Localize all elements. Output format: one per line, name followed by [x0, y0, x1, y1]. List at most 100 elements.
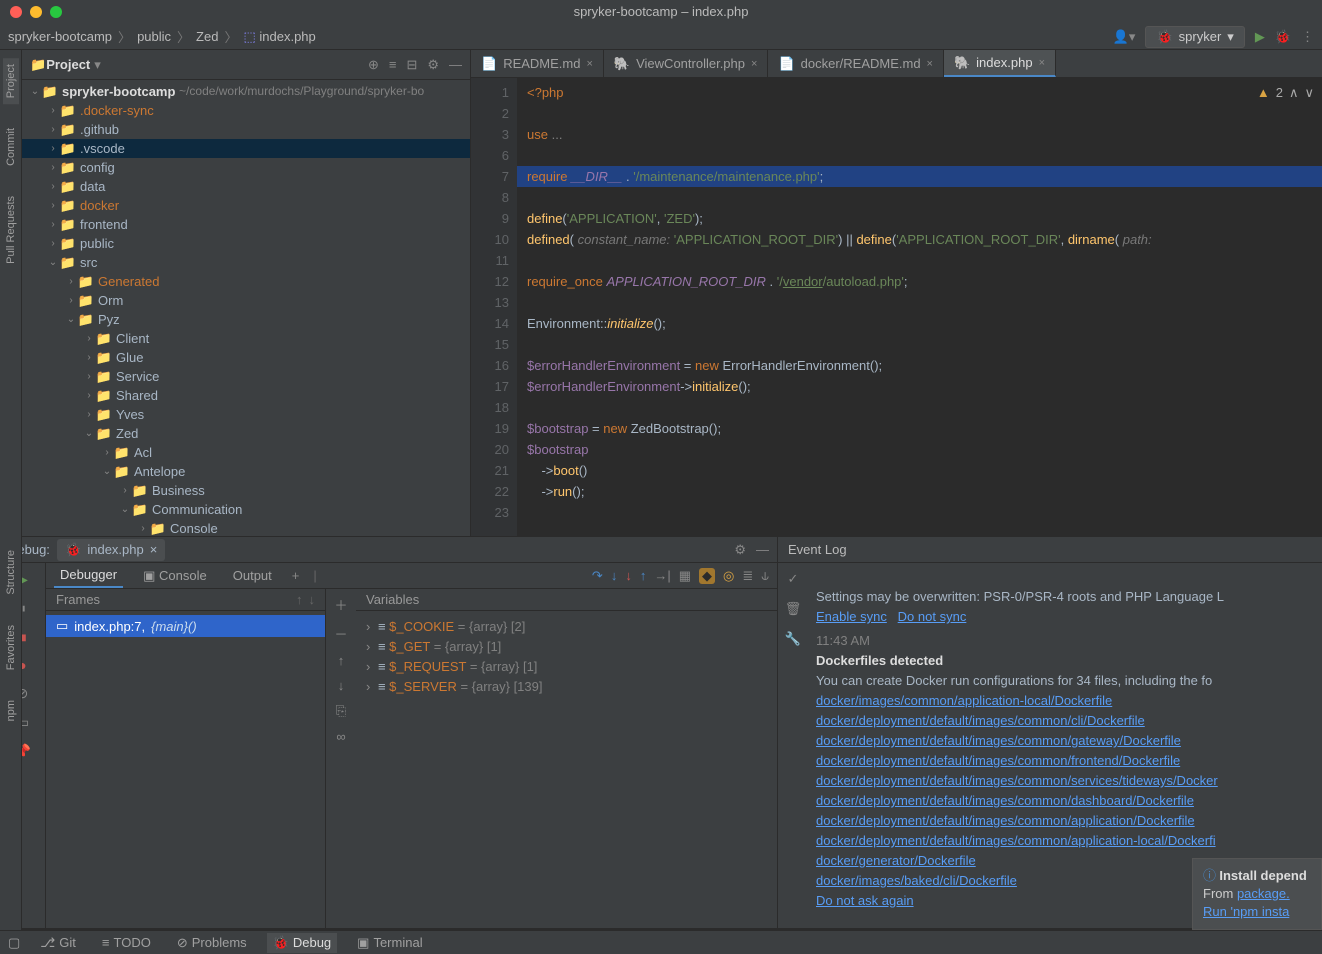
editor-tab[interactable]: 📄README.md×: [471, 50, 604, 77]
output-subtab[interactable]: Output: [227, 564, 278, 587]
tree-item[interactable]: ›📁.github: [22, 120, 470, 139]
console-subtab[interactable]: ▣ Console: [137, 564, 213, 588]
enable-sync-link[interactable]: Enable sync: [816, 609, 887, 624]
tree-item[interactable]: ⌄📁src: [22, 253, 470, 272]
breadcrumb-item[interactable]: public: [137, 29, 171, 44]
link-icon[interactable]: ∞: [336, 729, 345, 744]
hide-icon[interactable]: —: [756, 542, 769, 558]
user-icon[interactable]: 👤▾: [1113, 29, 1136, 45]
tree-item[interactable]: ›📁Shared: [22, 386, 470, 405]
editor-tab[interactable]: 🐘ViewController.php×: [604, 50, 769, 77]
up-icon[interactable]: ↑: [296, 589, 303, 611]
variable-row[interactable]: › ≡ $_REQUEST = {array} [1]: [366, 657, 767, 677]
chevron-down-icon[interactable]: ▾: [94, 57, 101, 73]
variable-row[interactable]: › ≡ $_SERVER = {array} [139]: [366, 677, 767, 697]
dockerfile-link[interactable]: docker/images/baked/cli/Dockerfile: [816, 873, 1017, 888]
stack-frame[interactable]: ▭ index.php:7, {main}(): [46, 615, 325, 637]
maximize-window[interactable]: [50, 6, 62, 18]
debug-session-tab[interactable]: 🐞 index.php ×: [57, 539, 165, 561]
breadcrumb-item[interactable]: Zed: [196, 29, 218, 44]
remove-watch-icon[interactable]: －: [334, 624, 347, 643]
do-not-ask-link[interactable]: Do not ask again: [816, 893, 914, 908]
hide-icon[interactable]: —: [449, 57, 462, 73]
panel-title[interactable]: Project: [46, 57, 90, 72]
tree-item[interactable]: ⌄📁Communication: [22, 500, 470, 519]
check-icon[interactable]: ✓: [788, 571, 799, 587]
dockerfile-link[interactable]: docker/images/common/application-local/D…: [816, 693, 1112, 708]
down-icon[interactable]: ↓: [338, 678, 345, 693]
run-to-cursor-icon[interactable]: →|: [654, 568, 670, 584]
editor-tab[interactable]: 🐘index.php×: [944, 50, 1056, 77]
minimize-window[interactable]: [30, 6, 42, 18]
dockerfile-link[interactable]: docker/deployment/default/images/common/…: [816, 713, 1145, 728]
debug-status-item[interactable]: 🐞 Debug: [267, 933, 338, 953]
trash-icon[interactable]: 🗑: [785, 601, 802, 617]
watch-icon[interactable]: ◎: [723, 568, 734, 584]
tree-item[interactable]: ›📁Glue: [22, 348, 470, 367]
copy-icon[interactable]: ⎘: [336, 703, 346, 719]
tree-item[interactable]: ›📁public: [22, 234, 470, 253]
tree-item[interactable]: ›📁docker: [22, 196, 470, 215]
variables-tree[interactable]: › ≡ $_COOKIE = {array} [2]› ≡ $_GET = {a…: [356, 611, 777, 928]
npm-tool-tab[interactable]: npm: [3, 694, 19, 727]
tool-windows-icon[interactable]: ▢: [8, 935, 20, 951]
debug-button[interactable]: 🐞: [1275, 29, 1291, 45]
todo-status-item[interactable]: ≡ TODO: [96, 933, 157, 952]
step-out-icon[interactable]: ↑: [640, 568, 647, 584]
tree-item[interactable]: ›📁Yves: [22, 405, 470, 424]
variable-row[interactable]: › ≡ $_COOKIE = {array} [2]: [366, 617, 767, 637]
variable-row[interactable]: › ≡ $_GET = {array} [1]: [366, 637, 767, 657]
tree-item[interactable]: ›📁Console: [22, 519, 470, 536]
run-config-selector[interactable]: 🐞 spryker ▾: [1145, 26, 1244, 48]
structure-tool-tab[interactable]: Structure: [3, 544, 19, 601]
inspection-widget[interactable]: ▲2 ∧∨: [1257, 82, 1314, 103]
close-icon[interactable]: ×: [751, 58, 757, 70]
close-icon[interactable]: ×: [1039, 57, 1045, 69]
trace-icon[interactable]: ◆: [699, 568, 715, 584]
list-icon[interactable]: ≣: [742, 568, 753, 584]
eval-icon[interactable]: ▦: [679, 568, 691, 584]
code-editor[interactable]: ▲2 ∧∨ <?php use ... require __DIR__ . '/…: [517, 78, 1322, 536]
notification-balloon[interactable]: ⓘ Install depend From package. Run 'npm …: [1192, 858, 1322, 930]
run-npm-install-link[interactable]: Run 'npm insta: [1203, 904, 1289, 919]
tree-item[interactable]: ⌄📁Zed: [22, 424, 470, 443]
up-icon[interactable]: ↑: [338, 653, 345, 668]
editor-tab[interactable]: 📄docker/README.md×: [768, 50, 944, 77]
dockerfile-link[interactable]: docker/deployment/default/images/common/…: [816, 833, 1216, 848]
tree-item[interactable]: ›📁Business: [22, 481, 470, 500]
tree-item[interactable]: ›📁config: [22, 158, 470, 177]
select-opened-icon[interactable]: ⊕: [368, 57, 379, 73]
tree-item[interactable]: ›📁data: [22, 177, 470, 196]
do-not-sync-link[interactable]: Do not sync: [898, 609, 967, 624]
dockerfile-link[interactable]: docker/deployment/default/images/common/…: [816, 813, 1195, 828]
dockerfile-link[interactable]: docker/generator/Dockerfile: [816, 853, 976, 868]
tree-item[interactable]: ›📁Generated: [22, 272, 470, 291]
commit-tool-tab[interactable]: Commit: [3, 122, 19, 172]
close-icon[interactable]: ×: [927, 58, 933, 70]
problems-status-item[interactable]: ⊘ Problems: [171, 933, 253, 953]
favorites-tool-tab[interactable]: Favorites: [3, 619, 19, 676]
dockerfile-link[interactable]: docker/deployment/default/images/common/…: [816, 753, 1180, 768]
tree-item[interactable]: ›📁Orm: [22, 291, 470, 310]
wrench-icon[interactable]: 🔧: [785, 631, 801, 647]
breadcrumb-item[interactable]: spryker-bootcamp: [8, 29, 112, 44]
tree-item[interactable]: ⌄📁Antelope: [22, 462, 470, 481]
add-tab-icon[interactable]: +: [292, 568, 300, 583]
project-tree[interactable]: ⌄📁 spryker-bootcamp ~/code/work/murdochs…: [22, 80, 470, 536]
step-into-icon[interactable]: ↓: [611, 568, 618, 584]
tree-item[interactable]: ›📁Client: [22, 329, 470, 348]
settings-icon[interactable]: ⚙: [427, 57, 439, 73]
tree-item[interactable]: ›📁Acl: [22, 443, 470, 462]
force-step-into-icon[interactable]: ↓: [625, 568, 632, 584]
tree-item[interactable]: ›📁.vscode: [22, 139, 470, 158]
step-over-icon[interactable]: ↷: [592, 568, 603, 584]
breadcrumb-file[interactable]: ⬚ index.php: [243, 29, 315, 45]
down-icon[interactable]: ↓: [309, 589, 316, 611]
close-window[interactable]: [10, 6, 22, 18]
git-status-item[interactable]: ⎇ Git: [34, 933, 82, 953]
pull-requests-tool-tab[interactable]: Pull Requests: [3, 190, 19, 270]
add-watch-icon[interactable]: ＋: [334, 595, 347, 614]
tree-item[interactable]: ›📁.docker-sync: [22, 101, 470, 120]
run-button[interactable]: ▶: [1255, 29, 1265, 45]
tree-root[interactable]: ⌄📁 spryker-bootcamp ~/code/work/murdochs…: [22, 82, 470, 101]
